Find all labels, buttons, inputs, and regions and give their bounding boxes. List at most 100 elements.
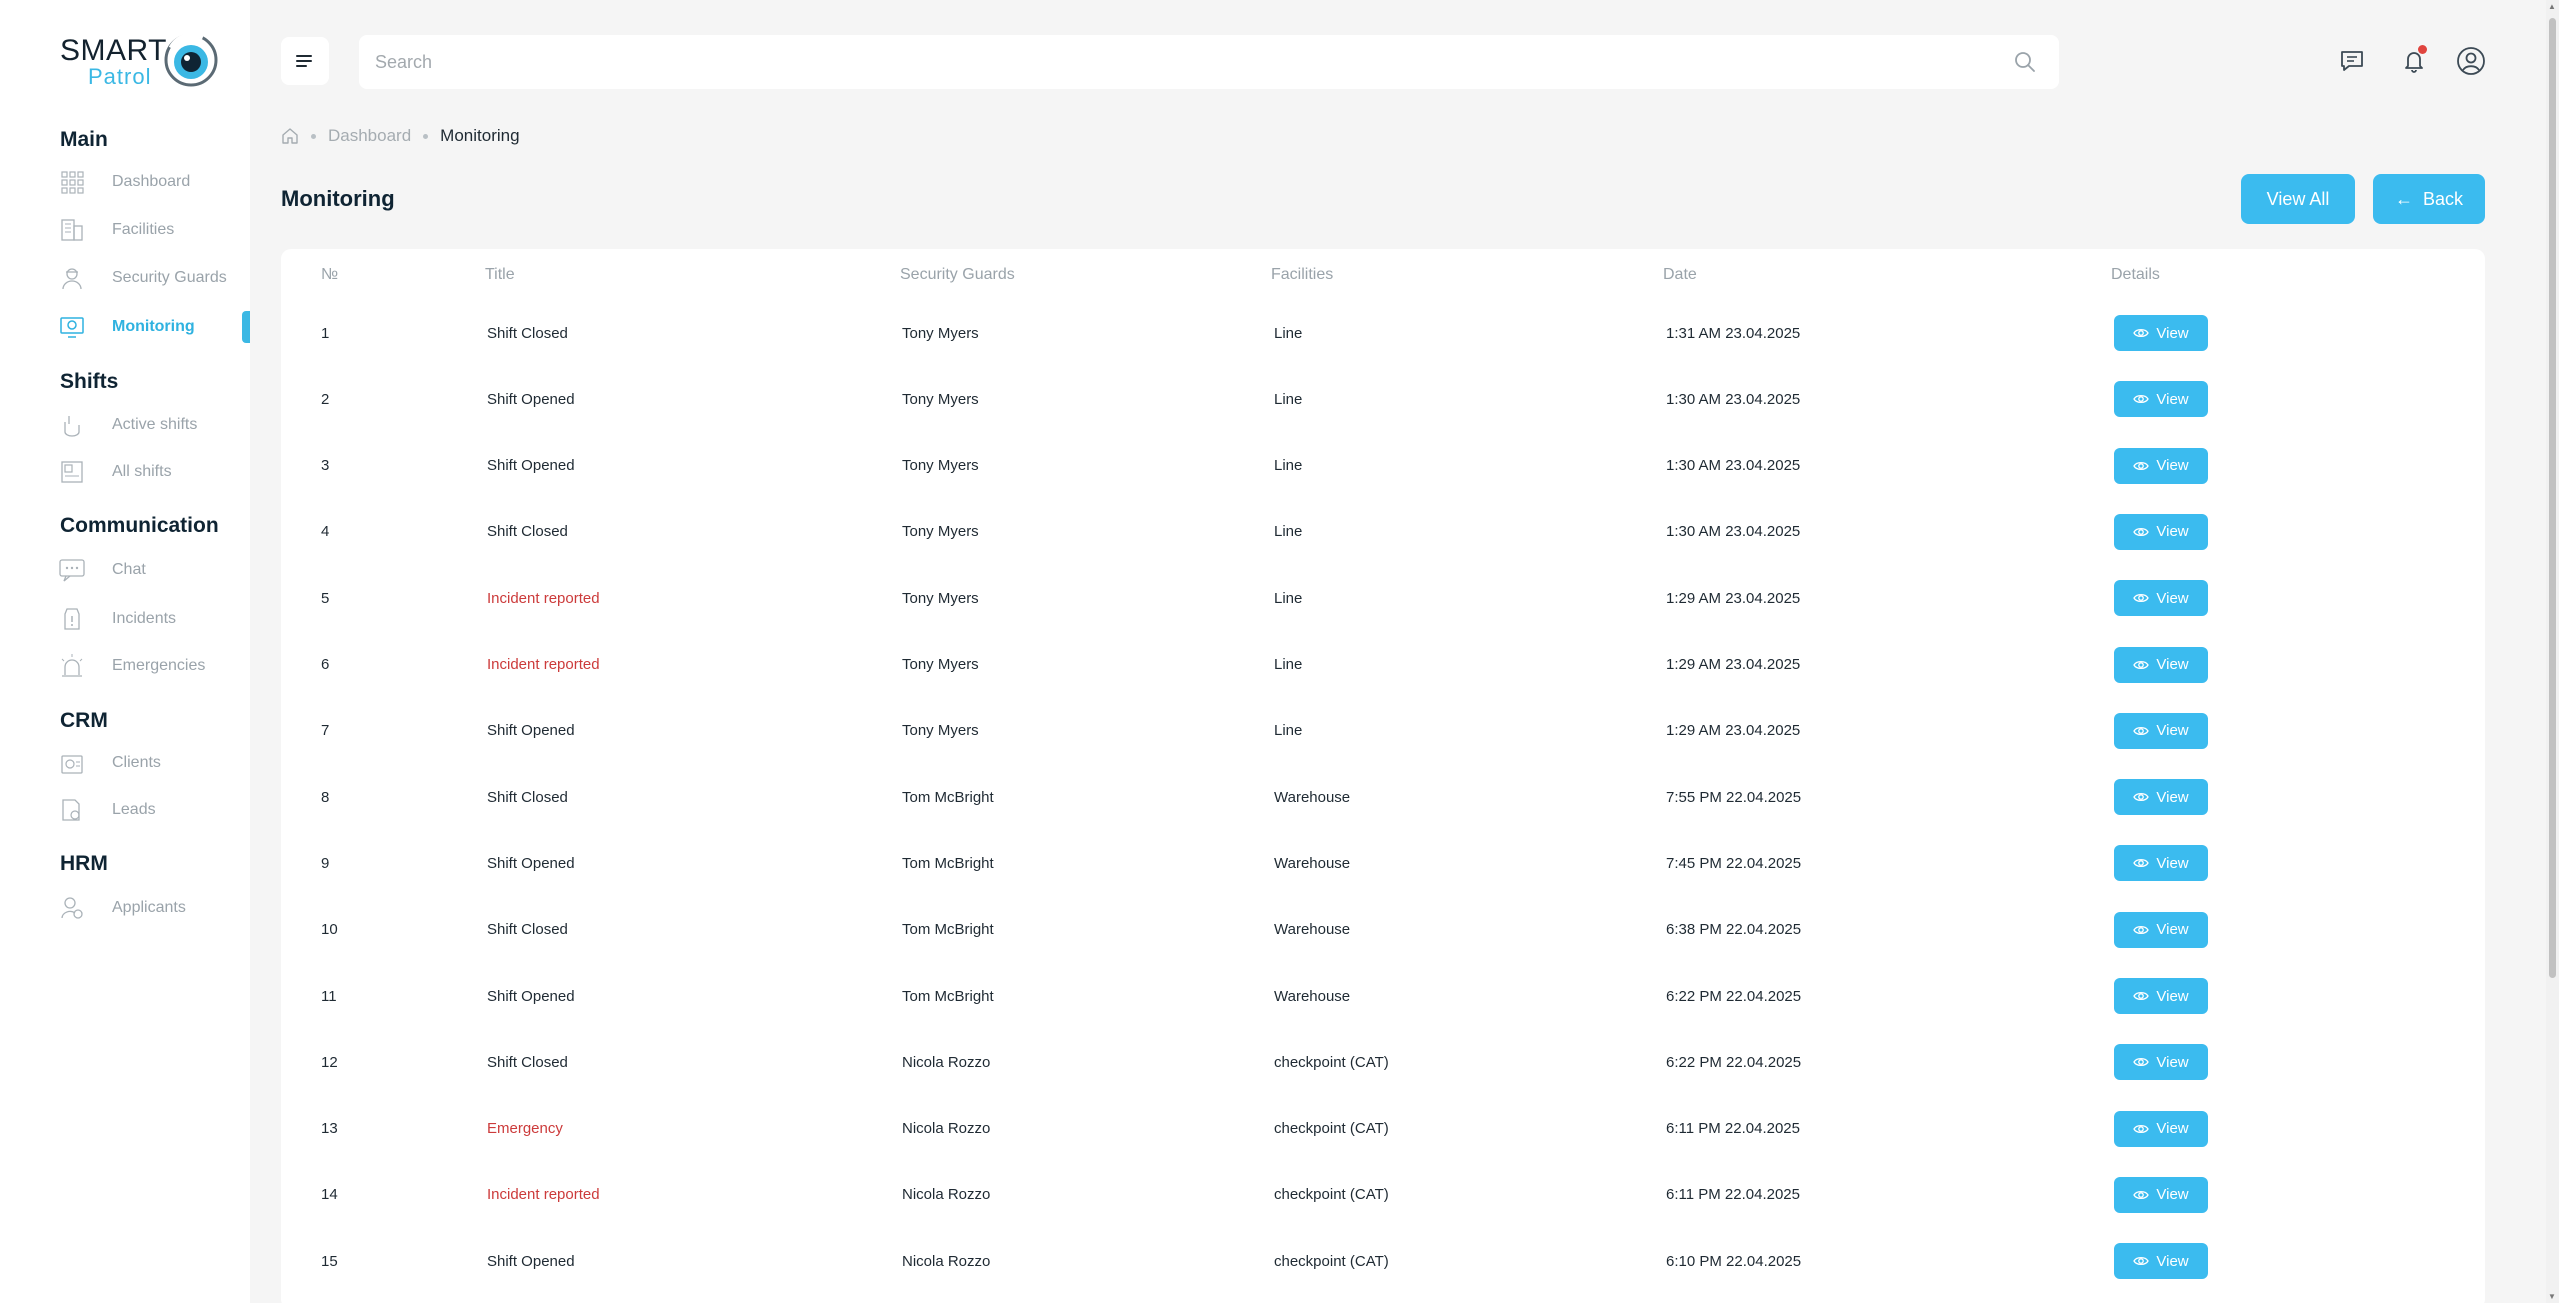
sidebar-item-clients[interactable]: Clients bbox=[58, 747, 248, 779]
view-details-button[interactable]: View bbox=[2114, 911, 2208, 948]
view-details-button[interactable]: View bbox=[2114, 580, 2208, 617]
sidebar-item-leads[interactable]: Leads bbox=[58, 794, 248, 826]
view-details-button[interactable]: View bbox=[2114, 381, 2208, 418]
cell-number: 5 bbox=[321, 589, 330, 607]
sidebar-item-emergencies[interactable]: Emergencies bbox=[58, 650, 248, 682]
view-details-button[interactable]: View bbox=[2114, 1176, 2208, 1213]
notification-dot bbox=[2418, 45, 2427, 54]
view-details-button[interactable]: View bbox=[2114, 315, 2208, 351]
view-details-button[interactable]: View bbox=[2114, 712, 2208, 749]
sidebar-item-label: Active shifts bbox=[112, 416, 198, 433]
cell-title: Shift Opened bbox=[487, 722, 575, 740]
cell-title: Shift Opened bbox=[487, 390, 575, 408]
view-details-button[interactable]: View bbox=[2114, 646, 2208, 683]
cell-facility: Line bbox=[1274, 722, 1303, 740]
breadcrumb-separator bbox=[423, 133, 429, 139]
sidebar-item-incidents[interactable]: Incidents bbox=[58, 603, 248, 635]
home-icon[interactable] bbox=[281, 127, 299, 145]
cell-date: 1:31 AM 23.04.2025 bbox=[1666, 324, 1801, 342]
sidebar-item-label: Security Guards bbox=[112, 269, 227, 286]
siren-icon bbox=[58, 652, 86, 680]
search-input[interactable] bbox=[375, 35, 1995, 89]
sidebar-item-chat[interactable]: Chat bbox=[58, 554, 248, 586]
profile-button[interactable] bbox=[2454, 44, 2488, 78]
back-button[interactable]: ← Back bbox=[2373, 174, 2485, 224]
cell-security-guard: Tom McBright bbox=[902, 921, 994, 939]
breadcrumb-dashboard[interactable]: Dashboard bbox=[328, 126, 411, 146]
all-shifts-icon bbox=[58, 458, 86, 486]
eye-icon bbox=[2133, 1257, 2150, 1266]
eye-icon bbox=[2133, 395, 2150, 404]
cell-title: Shift Closed bbox=[487, 324, 568, 342]
cell-security-guard: Tom McBright bbox=[902, 987, 994, 1005]
sidebar-item-label: Facilities bbox=[112, 221, 175, 238]
view-label: View bbox=[2156, 523, 2189, 541]
cell-security-guard: Nicola Rozzo bbox=[902, 1186, 991, 1204]
cell-security-guard: Tony Myers bbox=[902, 589, 979, 607]
sidebar-item-monitoring[interactable]: Monitoring bbox=[58, 311, 248, 343]
cell-number: 6 bbox=[321, 656, 330, 673]
search-icon[interactable] bbox=[2013, 50, 2037, 74]
view-label: View bbox=[2156, 1186, 2189, 1204]
table-row: 12 Shift Closed Nicola Rozzo checkpoint (CA… bbox=[281, 1029, 2485, 1095]
view-label: View bbox=[2156, 1252, 2189, 1270]
view-details-button[interactable]: View bbox=[2114, 513, 2208, 550]
view-details-button[interactable]: View bbox=[2114, 1243, 2208, 1280]
cell-number: 8 bbox=[321, 788, 330, 806]
page-scrollbar[interactable]: ▲ ▼ bbox=[2546, 0, 2559, 1303]
cell-title: Shift Opened bbox=[487, 1252, 575, 1270]
cell-security-guard: Tony Myers bbox=[902, 324, 979, 342]
cell-security-guard: Nicola Rozzo bbox=[902, 1120, 991, 1138]
view-label: View bbox=[2156, 788, 2189, 806]
cell-security-guard: Tom McBright bbox=[902, 854, 994, 872]
sidebar-item-facilities[interactable]: Facilities bbox=[58, 214, 248, 246]
user-profile-icon bbox=[2457, 47, 2485, 75]
table-row: 11 Shift Opened Tom McBright Warehouse 6:22 … bbox=[281, 963, 2485, 1029]
view-details-button[interactable]: View bbox=[2114, 1110, 2208, 1147]
view-all-button[interactable]: View All bbox=[2241, 174, 2355, 224]
view-label: View bbox=[2156, 1053, 2189, 1071]
table-row: 6 Incident reported Tony Myers Line 1:29 AM … bbox=[281, 632, 2485, 698]
cell-facility: Warehouse bbox=[1274, 788, 1351, 806]
sidebar-item-all-shifts[interactable]: All shifts bbox=[58, 456, 248, 488]
view-details-button[interactable]: View bbox=[2114, 779, 2208, 816]
view-details-button[interactable]: View bbox=[2114, 1044, 2208, 1081]
building-icon bbox=[58, 216, 86, 244]
cell-security-guard: Nicola Rozzo bbox=[902, 1053, 991, 1071]
view-details-button[interactable]: View bbox=[2114, 978, 2208, 1014]
view-label: View bbox=[2156, 324, 2189, 342]
cell-title: Incident reported bbox=[487, 589, 600, 607]
cell-title: Shift Closed bbox=[487, 1053, 568, 1071]
active-shifts-icon bbox=[58, 411, 86, 439]
messages-icon bbox=[2341, 51, 2363, 71]
cell-title: Incident reported bbox=[487, 1186, 600, 1204]
leads-icon bbox=[58, 796, 86, 824]
cell-security-guard: Tony Myers bbox=[902, 390, 979, 408]
page-title: Monitoring bbox=[281, 186, 395, 211]
sidebar: SMART Patrol Main Dashboard Facilities Secu… bbox=[0, 0, 250, 1303]
view-label: View bbox=[2156, 656, 2189, 673]
messages-button[interactable] bbox=[2335, 44, 2369, 78]
sidebar-item-security-guards[interactable]: Security Guards bbox=[58, 262, 248, 294]
sidebar-item-active-shifts[interactable]: Active shifts bbox=[58, 409, 248, 441]
cell-facility: Line bbox=[1274, 324, 1303, 342]
view-details-button[interactable]: View bbox=[2114, 845, 2208, 882]
sidebar-item-applicants[interactable]: Applicants bbox=[58, 892, 248, 924]
brand-logo[interactable]: SMART Patrol bbox=[58, 30, 223, 96]
cell-facility: checkpoint (CAT) bbox=[1274, 1053, 1389, 1071]
brand-name-top: SMART bbox=[60, 34, 167, 67]
cell-number: 15 bbox=[321, 1252, 338, 1270]
eye-icon bbox=[2133, 925, 2150, 934]
cell-facility: checkpoint (CAT) bbox=[1274, 1186, 1389, 1204]
header-facilities: Facilities bbox=[1271, 266, 1334, 283]
notifications-button[interactable] bbox=[2397, 44, 2431, 78]
view-details-button[interactable]: View bbox=[2114, 447, 2208, 484]
breadcrumb: Dashboard Monitoring bbox=[281, 126, 520, 146]
sidebar-item-dashboard[interactable]: Dashboard bbox=[58, 166, 248, 198]
menu-toggle-button[interactable] bbox=[281, 37, 329, 85]
scroll-down-icon[interactable]: ▼ bbox=[2548, 1292, 2556, 1301]
cell-facility: Warehouse bbox=[1274, 987, 1351, 1005]
scroll-thumb[interactable] bbox=[2549, 18, 2556, 978]
scroll-up-icon[interactable]: ▲ bbox=[2548, 2, 2556, 11]
chat-icon bbox=[58, 556, 86, 584]
